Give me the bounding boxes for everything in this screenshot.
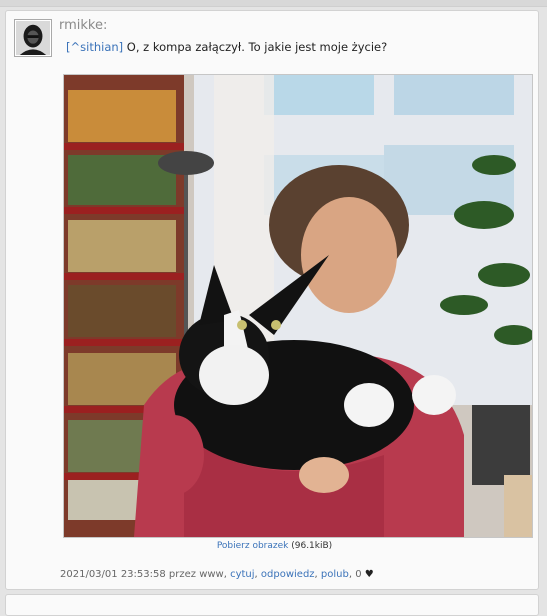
download-row: Pobierz obrazek (96.1kiB)	[1, 541, 547, 551]
post-timestamp: 2021/03/01 23:53:58 przez www	[60, 569, 224, 580]
reply-link[interactable]: odpowiedz	[261, 569, 315, 580]
post-username[interactable]: rmikke:	[59, 18, 107, 33]
post-image[interactable]	[63, 74, 533, 538]
next-post-edge	[5, 594, 539, 616]
user-avatar-image	[16, 21, 50, 55]
cat-photo	[64, 75, 532, 537]
post-footer: 2021/03/01 23:53:58 przez www, cytuj, od…	[60, 569, 374, 580]
mention-link[interactable]: ^sithian	[71, 40, 119, 54]
quote-link[interactable]: cytuj	[230, 569, 254, 580]
like-count: , 0	[348, 569, 365, 580]
message-text: O, z kompa załączył. To jakie jest moje …	[123, 40, 388, 54]
download-image-link[interactable]: Pobierz obrazek	[217, 541, 289, 551]
like-link[interactable]: polub	[321, 569, 349, 580]
post-card: rmikke: [^sithian] O, z kompa załączył. …	[5, 10, 539, 590]
heart-icon: ♥	[364, 569, 374, 580]
avatar[interactable]	[14, 19, 52, 57]
download-size: (96.1kiB)	[288, 541, 333, 551]
previous-post-edge	[0, 0, 547, 7]
post-message: [^sithian] O, z kompa załączył. To jakie…	[66, 40, 387, 54]
